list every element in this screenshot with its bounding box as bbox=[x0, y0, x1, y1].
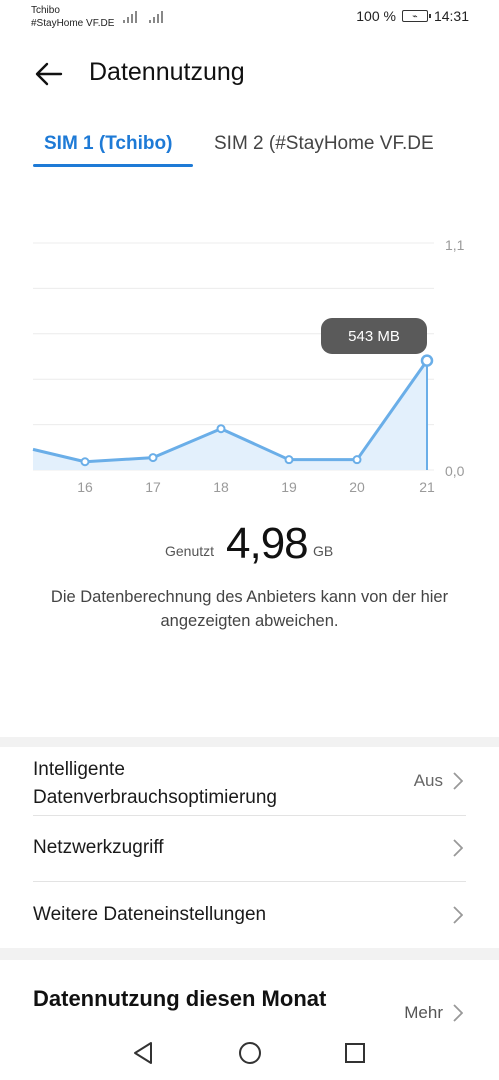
signal-icon bbox=[123, 11, 163, 23]
section-gap bbox=[0, 737, 499, 747]
chart-point bbox=[284, 455, 294, 465]
x-tick-label: 19 bbox=[281, 479, 297, 495]
clock: 14:31 bbox=[433, 8, 469, 24]
arrow-left-icon[interactable] bbox=[33, 58, 65, 90]
chevron-right-icon bbox=[453, 839, 463, 857]
x-tick-label: 16 bbox=[77, 479, 93, 495]
chevron-right-icon[interactable] bbox=[453, 1004, 463, 1022]
tab-active-indicator bbox=[33, 164, 193, 167]
section-gap bbox=[0, 948, 499, 960]
carrier-2-label: #StayHome VF.DE bbox=[31, 18, 115, 29]
row-data-optimization-value: Aus bbox=[413, 771, 443, 790]
row-data-optimization[interactable]: Intelligente Datenverbrauchsoptimierung … bbox=[0, 747, 499, 815]
chart-point bbox=[420, 354, 434, 367]
carrier-1-label: Tchibo bbox=[31, 5, 60, 16]
battery-percent: 100 % bbox=[356, 8, 396, 24]
tab-sim-1[interactable]: SIM 1 (Tchibo) bbox=[44, 133, 172, 155]
row-more-data-settings-title: Weitere Dateneinstellungen bbox=[33, 904, 267, 925]
x-tick-label: 17 bbox=[145, 479, 161, 495]
navigation-bar bbox=[0, 1027, 499, 1080]
month-usage-title: Datennutzung diesen Monat bbox=[33, 986, 327, 1011]
battery-charging-icon: ⌁ bbox=[401, 10, 431, 22]
status-bar-carriers: Tchibo #StayHome VF.DE bbox=[31, 4, 114, 30]
chart-point bbox=[148, 453, 158, 463]
row-network-access-title: Netzwerkzugriff bbox=[33, 837, 164, 858]
chart-area bbox=[33, 360, 427, 470]
x-tick-label: 21 bbox=[419, 479, 435, 495]
row-network-access[interactable]: Netzwerkzugriff bbox=[0, 816, 499, 881]
row-more-data-settings[interactable]: Weitere Dateneinstellungen bbox=[0, 882, 499, 948]
page-title: Datennutzung bbox=[89, 58, 245, 86]
nav-home-icon[interactable] bbox=[238, 1041, 262, 1065]
chart-tooltip-label: 543 MB bbox=[348, 327, 400, 345]
usage-chart[interactable]: 1,1 0,0 16 17 18 19 20 21 bbox=[0, 230, 499, 500]
chevron-right-icon bbox=[453, 906, 463, 924]
usage-unit: GB bbox=[313, 543, 334, 559]
chart-point bbox=[352, 455, 362, 465]
x-tick-label: 20 bbox=[349, 479, 365, 495]
tab-sim-2[interactable]: SIM 2 (#StayHome VF.DE bbox=[214, 133, 434, 155]
nav-recents-icon[interactable] bbox=[344, 1042, 366, 1064]
month-more-link[interactable]: Mehr bbox=[404, 1003, 443, 1023]
x-tick-label: 18 bbox=[213, 479, 229, 495]
nav-back-icon[interactable] bbox=[132, 1041, 154, 1065]
usage-label: Genutzt bbox=[165, 543, 215, 559]
chart-tooltip: 543 MB bbox=[321, 318, 427, 354]
usage-notice: Die Datenberechnung des Anbieters kann v… bbox=[50, 588, 449, 630]
status-bar-right: 100 % ⌁ 14:31 bbox=[356, 8, 469, 24]
row-data-optimization-title: Intelligente Datenverbrauchsoptimierung bbox=[33, 759, 277, 808]
y-tick-max: 1,1 bbox=[445, 237, 465, 253]
chart-point bbox=[216, 424, 226, 434]
usage-value: 4,98 bbox=[226, 519, 309, 568]
chart-point bbox=[80, 457, 90, 467]
y-tick-min: 0,0 bbox=[445, 463, 465, 479]
chevron-right-icon bbox=[453, 772, 463, 790]
